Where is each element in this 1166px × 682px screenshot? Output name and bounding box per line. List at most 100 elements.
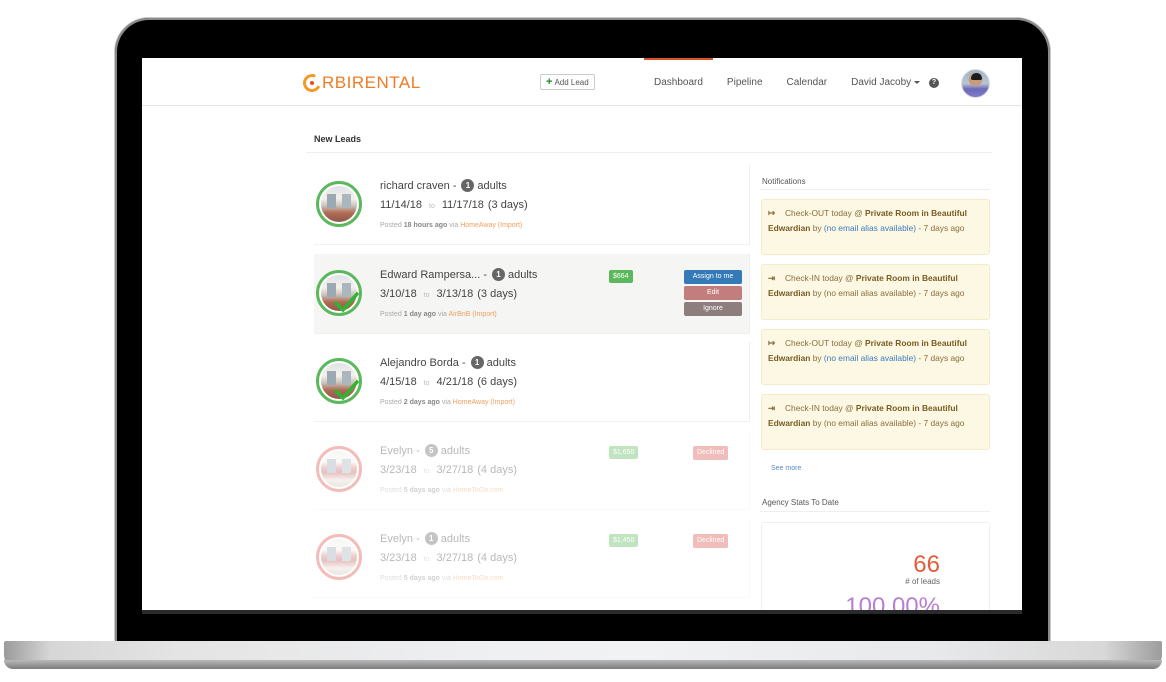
lead-name-line: Alejandro Borda - 1 adults [380, 356, 516, 369]
guest-alias: (no email alias available) [823, 287, 917, 298]
notification-event: Check-OUT today @ [785, 338, 863, 348]
start-date: 3/23/18 [380, 552, 417, 564]
adults-label: adults [440, 444, 471, 457]
plus-icon: + [546, 75, 553, 88]
new-leads-heading: New Leads [314, 134, 362, 144]
lead-row[interactable]: Evelyn - 1 adults 3/23/18 to 3/27/18 (4 days) P… [314, 518, 750, 598]
lead-source-link[interactable]: AirBnB (Import) [449, 311, 497, 318]
see-more-link[interactable]: See more [771, 465, 801, 472]
lead-posted-info: Posted 18 hours ago via HomeAway (Import… [380, 222, 522, 229]
lead-name[interactable]: richard craven - [380, 180, 456, 192]
property-thumbnail[interactable] [316, 181, 362, 227]
lead-name-line: richard craven - 1 adults [380, 179, 507, 192]
notification-item: ↦ Check-OUT today @ Private Room in Beaut… [761, 329, 990, 385]
user-avatar[interactable] [961, 69, 990, 98]
lead-name[interactable]: Evelyn - [380, 445, 420, 457]
property-photo [321, 186, 357, 222]
notification-by: by [812, 287, 822, 298]
notification-time: - 7 days ago [918, 222, 965, 233]
lead-source-link[interactable]: HomeToGo.com [453, 575, 504, 582]
adults-label: adults [440, 532, 471, 545]
lead-name[interactable]: Edward Rampersa... - [380, 269, 487, 281]
ignore-button[interactable]: Ignore [684, 302, 742, 316]
property-photo [321, 539, 357, 575]
row-divider [314, 333, 749, 334]
notification-by: by [812, 222, 822, 233]
edit-button[interactable]: Edit [684, 286, 742, 300]
notification-time: - 7 days ago [918, 287, 965, 298]
posted-ago: 1 day ago [403, 311, 437, 318]
start-date: 11/14/18 [380, 199, 423, 211]
notification-item: ↦ Check-OUT today @ Private Room in Beaut… [761, 199, 990, 255]
nav-pipeline[interactable]: Pipeline [715, 58, 775, 106]
lead-dates: 11/14/18 to 11/17/18 (3 days) [380, 199, 528, 211]
check-icon [334, 292, 359, 313]
lead-name[interactable]: Evelyn - [380, 533, 420, 545]
user-menu[interactable]: David Jacoby [839, 58, 932, 106]
posted-ago: 5 days ago [403, 575, 440, 582]
guest-alias[interactable]: (no email alias available) [824, 353, 916, 363]
add-lead-label: Add Lead [554, 77, 589, 87]
lead-name-line: Evelyn - 1 adults [380, 532, 470, 545]
declined-status-badge: Declined [693, 446, 729, 460]
posted-prefix: Posted [380, 575, 402, 582]
agency-stats-heading: Agency Stats To Date [762, 498, 839, 507]
date-separator: to [423, 380, 430, 387]
lead-name-line: Evelyn - 5 adults [380, 444, 470, 457]
posted-prefix: Posted [380, 311, 402, 318]
add-lead-button[interactable]: + Add Lead [540, 74, 595, 90]
notifications-heading: Notifications [762, 177, 806, 186]
price-badge: $1,650 [609, 446, 639, 459]
orbirental-logo[interactable]: RBIRENTAL [300, 71, 421, 95]
app-screen: RBIRENTAL + Add Lead Dashboard Pipeline … [142, 58, 1022, 610]
declined-status-badge: Declined [693, 534, 729, 548]
posted-ago: 18 hours ago [403, 222, 448, 229]
adults-count-badge: 1 [491, 268, 505, 281]
notification-item: ⇥ Check-IN today @ Private Room in Beauti… [761, 394, 990, 450]
screen-bottom-edge [142, 610, 1022, 614]
nav-calendar[interactable]: Calendar [775, 58, 840, 106]
notification-time: - 7 days ago [918, 352, 965, 363]
adults-label: adults [507, 268, 538, 281]
sign-in-icon: ⇥ [768, 273, 776, 283]
posted-via: via [441, 575, 451, 582]
stay-duration: (3 days) [487, 199, 528, 211]
lead-source-link[interactable]: HomeAway (Import) [453, 399, 515, 406]
end-date: 3/13/18 [436, 288, 474, 300]
lead-row[interactable]: Alejandro Borda - 1 adults 4/15/18 to 4/21/18… [314, 342, 750, 422]
row-divider [314, 244, 749, 245]
help-icon[interactable]: ? [929, 78, 939, 88]
lead-source-link[interactable]: HomeToGo.com [453, 487, 504, 494]
sign-out-icon: ↦ [768, 208, 776, 218]
posted-via: via [441, 487, 451, 494]
end-date: 11/17/18 [441, 199, 484, 211]
stay-duration: (4 days) [477, 464, 517, 476]
posted-via: via [449, 222, 459, 229]
property-thumbnail[interactable] [316, 270, 362, 316]
divider [760, 511, 990, 512]
lead-row[interactable]: Evelyn - 5 adults 3/23/18 to 3/27/18 (4 days) P… [314, 430, 750, 510]
logo-orb-icon [300, 71, 324, 95]
notification-event: Check-IN today @ [785, 403, 854, 413]
guest-alias[interactable]: (no email alias available) [824, 223, 916, 233]
adults-count-badge: 1 [470, 356, 484, 369]
lead-posted-info: Posted 2 days ago via HomeAway (Import) [380, 399, 515, 406]
nav-dashboard[interactable]: Dashboard [642, 58, 715, 106]
lead-dates: 4/15/18 to 4/21/18 (6 days) [380, 376, 517, 388]
notification-by: by [812, 417, 822, 428]
property-thumbnail[interactable] [316, 534, 362, 580]
lead-posted-info: Posted 5 days ago via HomeToGo.com [380, 575, 503, 582]
lead-row[interactable]: Edward Rampersa... - 1 adults 3/10/18 to 3/13… [314, 254, 750, 334]
start-date: 4/15/18 [380, 376, 417, 388]
lead-source-link[interactable]: HomeAway (Import) [460, 222, 522, 229]
lead-row[interactable]: richard craven - 1 adults 11/14/18 to 11/17/1… [314, 165, 750, 245]
notification-by: by [812, 352, 822, 363]
assign-to-me-button[interactable]: Assign to me [684, 270, 742, 284]
property-thumbnail[interactable] [316, 358, 362, 404]
date-separator: to [423, 292, 430, 299]
divider [306, 152, 992, 153]
price-badge: $1,450 [609, 534, 639, 547]
lead-name[interactable]: Alejandro Borda - [380, 357, 466, 369]
property-thumbnail[interactable] [316, 446, 362, 492]
row-divider [314, 597, 749, 598]
